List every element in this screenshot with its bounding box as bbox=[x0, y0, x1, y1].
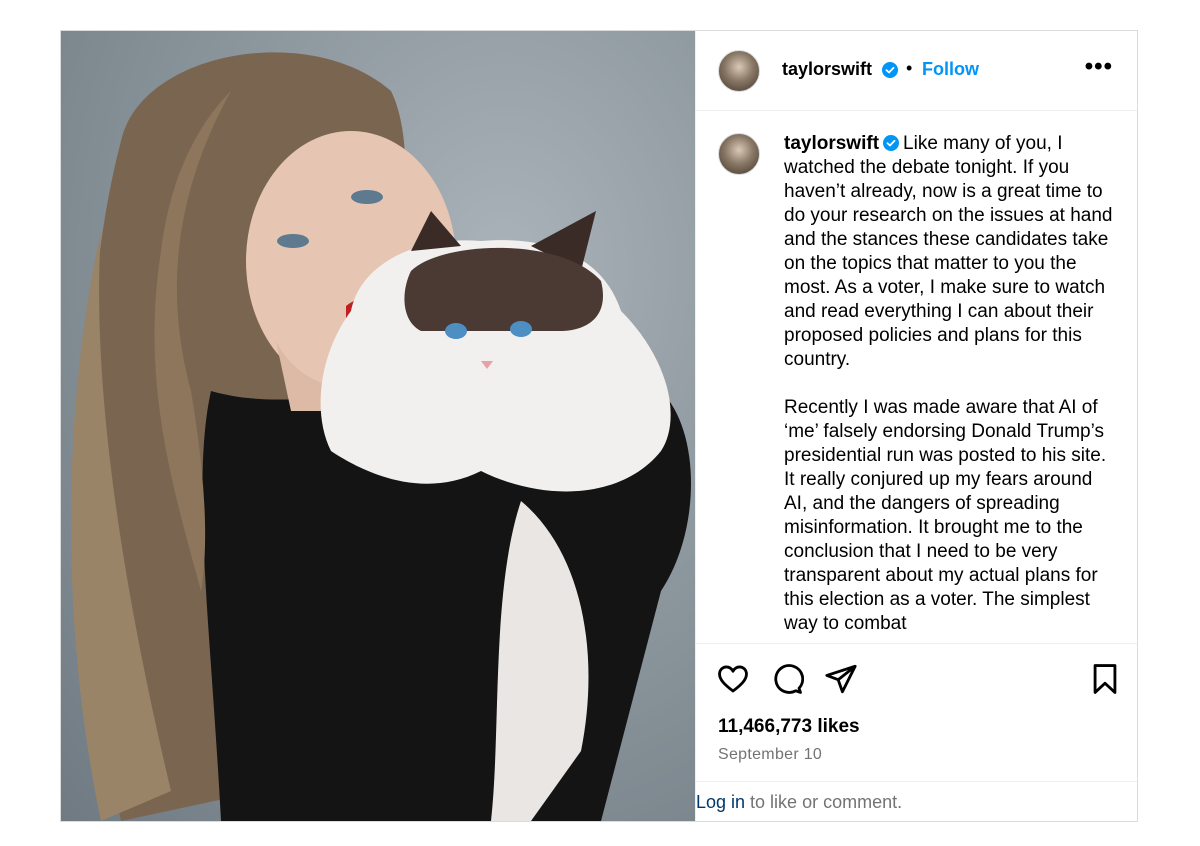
instagram-post: taylorswift • Follow ••• taylorswift Like… bbox=[60, 30, 1138, 822]
bookmark-icon[interactable] bbox=[1088, 662, 1122, 696]
follow-button[interactable]: Follow bbox=[922, 59, 979, 80]
post-photo[interactable] bbox=[61, 31, 695, 821]
caption-avatar[interactable] bbox=[718, 133, 760, 175]
post-date[interactable]: September 10 bbox=[718, 746, 822, 764]
login-prompt: Log in to like or comment. bbox=[696, 781, 1137, 821]
login-prompt-text: Log in to like or comment. bbox=[696, 792, 902, 813]
comment-icon[interactable] bbox=[770, 662, 804, 696]
verified-badge-icon bbox=[882, 62, 898, 78]
login-link[interactable]: Log in bbox=[696, 792, 745, 812]
author-avatar[interactable] bbox=[718, 50, 760, 92]
heart-icon[interactable] bbox=[716, 662, 750, 696]
more-options-icon[interactable]: ••• bbox=[1085, 53, 1113, 81]
post-caption: taylorswift Like many of you, I watched t… bbox=[784, 132, 1114, 636]
post-sidebar: taylorswift • Follow ••• taylorswift Like… bbox=[695, 31, 1137, 821]
share-icon[interactable] bbox=[824, 662, 858, 696]
like-count[interactable]: 11,466,773 likes bbox=[718, 716, 860, 738]
login-prompt-rest: to like or comment. bbox=[745, 792, 903, 812]
verified-badge-icon bbox=[883, 135, 900, 151]
caption-text-paragraph-1: Like many of you, I watched the debate t… bbox=[784, 133, 1118, 370]
author-username[interactable]: taylorswift bbox=[782, 59, 872, 80]
caption-username[interactable]: taylorswift bbox=[784, 133, 879, 154]
separator-dot: • bbox=[906, 58, 913, 78]
caption-text-paragraph-2: Recently I was made aware that AI of ‘me… bbox=[784, 397, 1112, 634]
post-header: taylorswift • Follow ••• bbox=[696, 31, 1137, 111]
photo-illustration bbox=[71, 52, 691, 821]
caption-section: taylorswift Like many of you, I watched t… bbox=[696, 111, 1137, 643]
